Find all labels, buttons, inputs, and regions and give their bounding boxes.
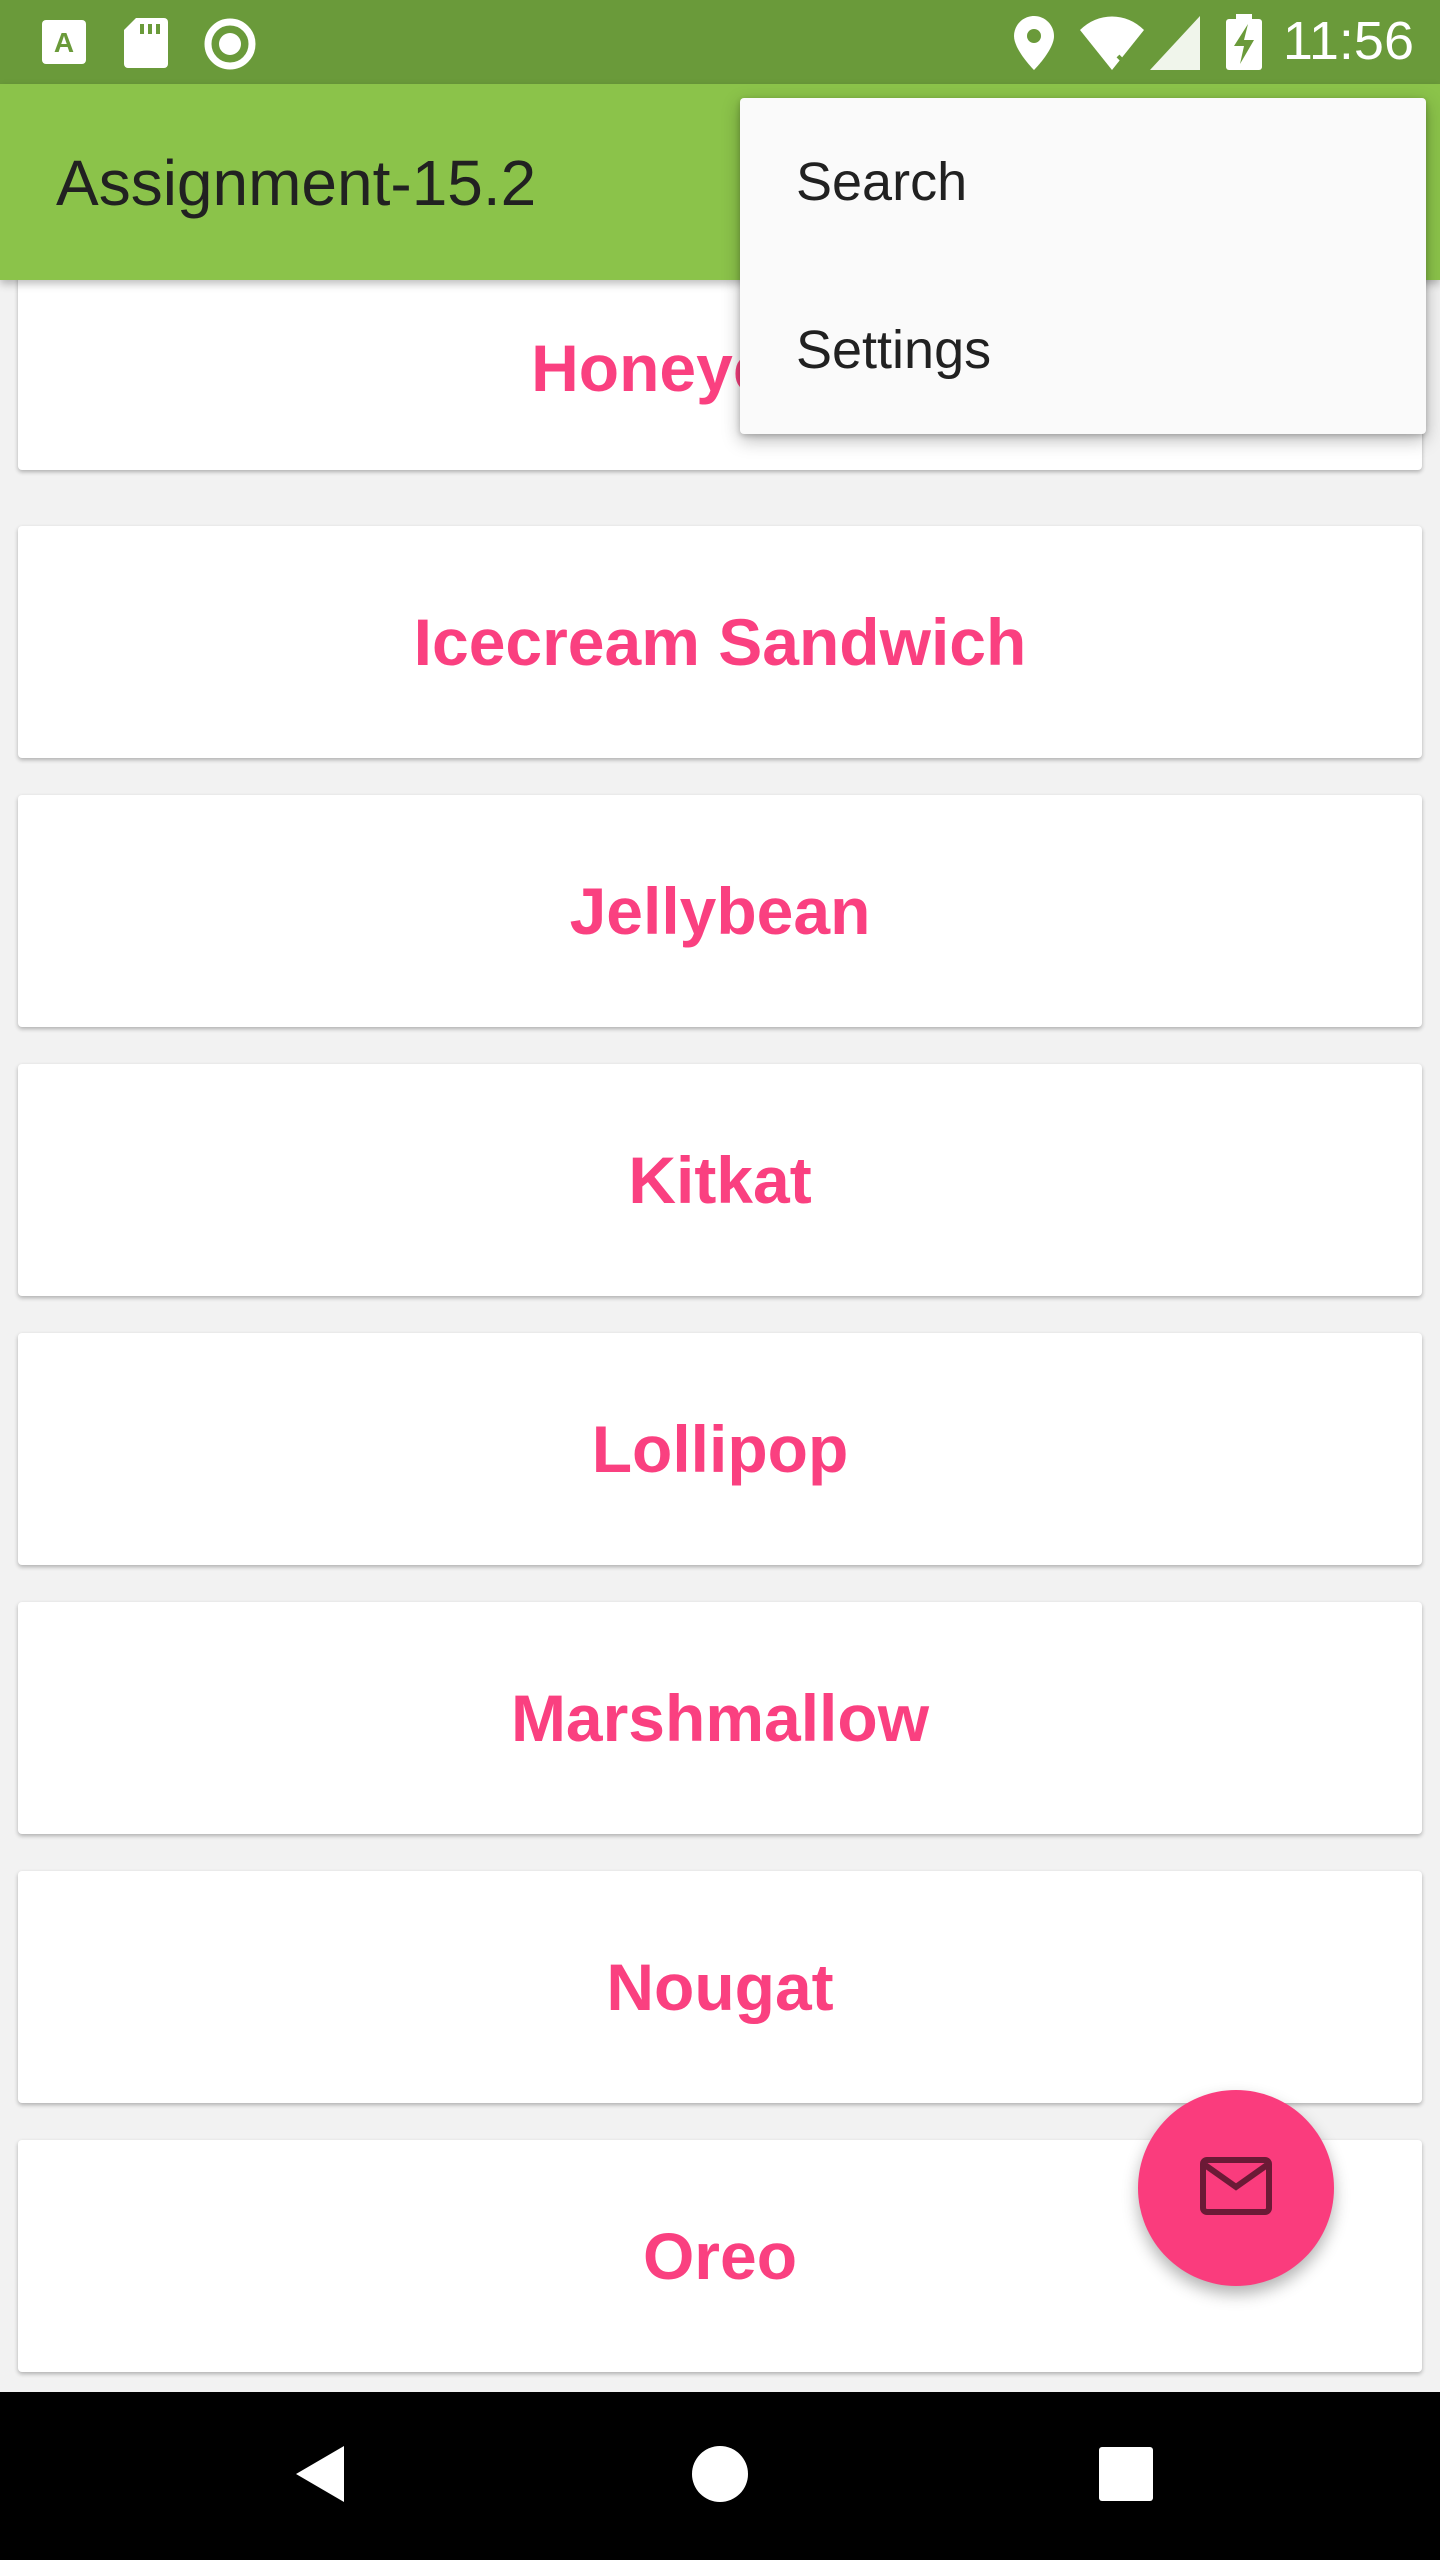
menu-item-label: Settings [796,320,992,380]
list-item-label: Jellybean [569,874,871,948]
list-item-label: Icecream Sandwich [413,605,1027,679]
wifi-icon [1080,16,1144,75]
list-item-label: Kitkat [628,1143,812,1217]
navigation-bar [0,2392,1440,2560]
location-icon [1014,16,1054,75]
svg-text:A: A [54,27,74,58]
sd-card-icon [124,18,168,73]
menu-item-search[interactable]: Search [740,98,1426,266]
list-item-label: Nougat [606,1950,834,2024]
list-item[interactable]: Lollipop [18,1333,1422,1565]
list-item[interactable]: Marshmallow [18,1602,1422,1834]
overflow-menu: Search Settings [740,98,1426,434]
page-title: Assignment-15.2 [56,147,537,219]
recents-button[interactable] [1026,2392,1226,2560]
back-icon [292,2444,348,2509]
menu-item-label: Search [796,152,968,212]
a-notification-icon: A [40,18,88,71]
list-item-label: Marshmallow [510,1681,930,1755]
sync-icon [204,18,256,75]
battery-charging-icon [1226,14,1262,75]
status-time: 11:56 [1282,11,1414,71]
menu-item-settings[interactable]: Settings [740,266,1426,434]
back-button[interactable] [220,2392,420,2560]
list-item[interactable]: Jellybean [18,795,1422,1027]
list-item[interactable]: Kitkat [18,1064,1422,1296]
home-icon [691,2445,749,2508]
status-bar: A 11:56 [0,0,1440,84]
list-item[interactable]: Nougat [18,1871,1422,2103]
signal-icon [1150,16,1200,75]
list-item-label: Oreo [642,2219,798,2293]
mail-icon [1200,2156,1272,2220]
recents-icon [1099,2446,1153,2506]
home-button[interactable] [620,2392,820,2560]
list-item-label: Lollipop [591,1412,849,1486]
list-item[interactable]: Icecream Sandwich [18,526,1422,758]
mail-fab-button[interactable] [1138,2090,1334,2286]
